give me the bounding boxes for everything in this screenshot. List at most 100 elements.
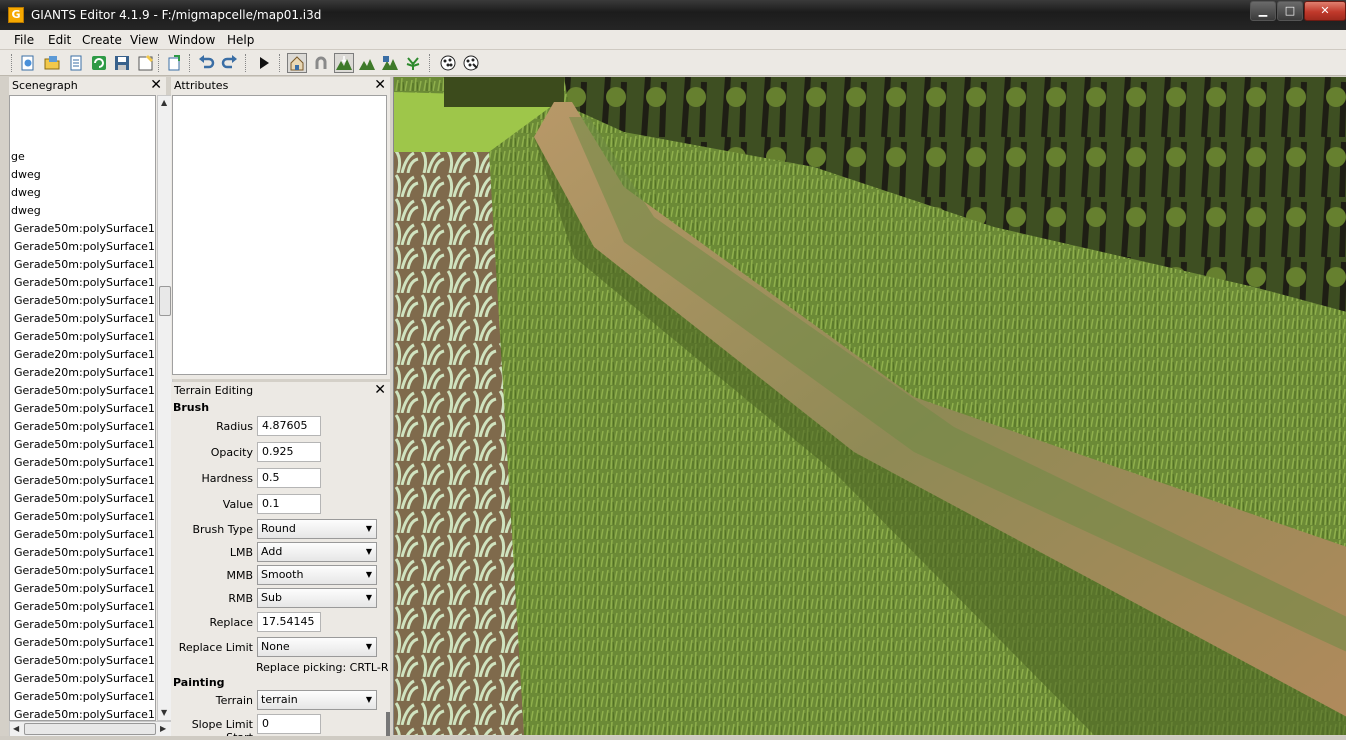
scenegraph-item[interactable]: dweg bbox=[11, 168, 41, 186]
replace-limit-value: None bbox=[261, 640, 290, 653]
chevron-down-icon: ▼ bbox=[365, 570, 372, 579]
scenegraph-item[interactable]: Gerade50m:polySurface1 bbox=[14, 222, 155, 240]
slope-limit-start-input[interactable]: 0 bbox=[257, 714, 321, 734]
scroll-thumb[interactable] bbox=[24, 723, 156, 735]
scenegraph-item[interactable]: Gerade50m:polySurface1 bbox=[14, 618, 155, 636]
placement-remove-icon[interactable] bbox=[461, 53, 481, 73]
scenegraph-item[interactable]: Gerade50m:polySurface1 bbox=[14, 654, 155, 672]
terrain-panel-scrollbar[interactable] bbox=[386, 712, 390, 736]
scenegraph-item[interactable]: Gerade50m:polySurface1 bbox=[14, 600, 155, 618]
import-icon[interactable] bbox=[165, 53, 185, 73]
scenegraph-item[interactable]: Gerade50m:polySurface1 bbox=[14, 636, 155, 654]
menu-help[interactable]: Help bbox=[227, 33, 254, 47]
scenegraph-item[interactable]: Gerade50m:polySurface1 bbox=[14, 402, 155, 420]
3d-viewport[interactable] bbox=[393, 77, 1346, 735]
scenegraph-item[interactable]: Gerade50m:polySurface1 bbox=[14, 294, 155, 312]
terrain-select[interactable]: terrain ▼ bbox=[257, 690, 377, 710]
placement-icon[interactable] bbox=[438, 53, 458, 73]
scenegraph-item[interactable]: Gerade50m:polySurface1 bbox=[14, 564, 155, 582]
attributes-panel: Attributes ✕ bbox=[171, 77, 390, 379]
menu-view[interactable]: View bbox=[130, 33, 158, 47]
save-as-icon[interactable] bbox=[136, 53, 156, 73]
refresh-icon[interactable] bbox=[89, 53, 109, 73]
brush-type-select[interactable]: Round ▼ bbox=[257, 519, 377, 539]
scenegraph-item[interactable]: Gerade20m:polySurface1 bbox=[14, 366, 155, 384]
chevron-down-icon: ▼ bbox=[365, 642, 372, 651]
replace-input[interactable]: 17.54145 bbox=[257, 612, 321, 632]
scenegraph-item[interactable]: Gerade50m:polySurface1 bbox=[14, 672, 155, 690]
scenegraph-item[interactable]: dweg bbox=[11, 186, 41, 204]
scenegraph-item[interactable]: Gerade50m:polySurface1 bbox=[14, 258, 155, 276]
scroll-right-arrow-icon[interactable]: ▶ bbox=[160, 724, 166, 733]
replace-picking-hint: Replace picking: CRTL-R bbox=[256, 661, 389, 674]
chevron-down-icon: ▼ bbox=[365, 547, 372, 556]
scenegraph-item[interactable]: Gerade50m:polySurface1 bbox=[14, 528, 155, 546]
menu-window[interactable]: Window bbox=[168, 33, 215, 47]
scenegraph-item[interactable]: Gerade50m:polySurface1 bbox=[14, 690, 155, 708]
mmb-value: Smooth bbox=[261, 568, 304, 581]
save-icon[interactable] bbox=[112, 53, 132, 73]
chevron-down-icon: ▼ bbox=[365, 695, 372, 704]
lmb-select[interactable]: Add ▼ bbox=[257, 542, 377, 562]
scenegraph-item[interactable]: Gerade50m:polySurface1 bbox=[14, 420, 155, 438]
document-icon[interactable] bbox=[66, 53, 86, 73]
radius-label: Radius bbox=[216, 420, 253, 433]
scenegraph-item[interactable]: Gerade50m:polySurface1 bbox=[14, 276, 155, 294]
hardness-input[interactable]: 0.5 bbox=[257, 468, 321, 488]
scenegraph-item[interactable]: Gerade50m:polySurface1 bbox=[14, 456, 155, 474]
scenegraph-item[interactable]: Gerade50m:polySurface1 bbox=[14, 384, 155, 402]
scenegraph-tree[interactable]: ge dweg dweg dweg Gerade50m:polySurface1 Gera… bbox=[9, 95, 156, 721]
radius-input[interactable]: 4.87605 bbox=[257, 416, 321, 436]
scenegraph-item[interactable]: Gerade50m:polySurface1 bbox=[14, 474, 155, 492]
scroll-up-arrow-icon[interactable]: ▲ bbox=[161, 98, 167, 107]
scenegraph-horizontal-scrollbar[interactable]: ◀ ▶ bbox=[9, 721, 173, 737]
toolbar bbox=[0, 50, 1346, 76]
redo-icon[interactable] bbox=[220, 53, 240, 73]
magnet-icon[interactable] bbox=[311, 53, 331, 73]
scroll-thumb[interactable] bbox=[159, 286, 171, 316]
scroll-left-arrow-icon[interactable]: ◀ bbox=[13, 724, 19, 733]
scenegraph-item[interactable]: Gerade50m:polySurface1 bbox=[14, 582, 155, 600]
minimize-button[interactable]: ▁ bbox=[1250, 1, 1276, 21]
scenegraph-item[interactable]: dweg bbox=[11, 204, 41, 222]
scenegraph-item[interactable]: Gerade50m:polySurface1 bbox=[14, 708, 155, 720]
app-logo-icon: G bbox=[8, 7, 24, 23]
opacity-label: Opacity bbox=[210, 446, 253, 459]
foliage-paint-icon[interactable] bbox=[403, 53, 423, 73]
opacity-input[interactable]: 0.925 bbox=[257, 442, 321, 462]
scenegraph-item[interactable]: Gerade50m:polySurface1 bbox=[14, 546, 155, 564]
menu-create[interactable]: Create bbox=[82, 33, 122, 47]
scenegraph-close-button[interactable]: ✕ bbox=[150, 77, 162, 93]
rmb-select[interactable]: Sub ▼ bbox=[257, 588, 377, 608]
foliage-icon[interactable] bbox=[380, 53, 400, 73]
scenegraph-item[interactable]: Gerade50m:polySurface1 bbox=[14, 492, 155, 510]
scenegraph-item[interactable]: Gerade50m:polySurface1 bbox=[14, 240, 155, 258]
open-icon[interactable] bbox=[42, 53, 62, 73]
terrain-editing-close-button[interactable]: ✕ bbox=[374, 382, 386, 398]
close-window-button[interactable]: ✕ bbox=[1304, 1, 1346, 21]
lmb-label: LMB bbox=[229, 546, 253, 559]
scenegraph-item[interactable]: Gerade50m:polySurface1 bbox=[14, 312, 155, 330]
scenegraph-item[interactable]: Gerade20m:polySurface1 bbox=[14, 348, 155, 366]
scenegraph-item[interactable]: Gerade50m:polySurface1 bbox=[14, 438, 155, 456]
terrain-paint-icon[interactable] bbox=[357, 53, 377, 73]
mmb-select[interactable]: Smooth ▼ bbox=[257, 565, 377, 585]
new-icon[interactable] bbox=[18, 53, 38, 73]
menu-file[interactable]: File bbox=[14, 33, 34, 47]
scenegraph-item[interactable]: Gerade50m:polySurface1 bbox=[14, 330, 155, 348]
lmb-value: Add bbox=[261, 545, 283, 558]
scroll-down-arrow-icon[interactable]: ▼ bbox=[161, 708, 167, 717]
attributes-close-button[interactable]: ✕ bbox=[374, 77, 386, 93]
scenegraph-item[interactable]: Gerade50m:polySurface1 bbox=[14, 510, 155, 528]
play-icon[interactable] bbox=[254, 53, 274, 73]
scenegraph-item[interactable]: ge bbox=[11, 150, 25, 168]
terrain-sculpt-icon[interactable] bbox=[334, 53, 354, 73]
attributes-title: Attributes bbox=[174, 79, 229, 92]
maximize-button[interactable]: □ bbox=[1277, 1, 1303, 21]
window-title: GIANTS Editor 4.1.9 - F:/migmapcelle/map… bbox=[31, 8, 322, 22]
replace-limit-select[interactable]: None ▼ bbox=[257, 637, 377, 657]
select-tool-icon[interactable] bbox=[287, 53, 307, 73]
undo-icon[interactable] bbox=[196, 53, 216, 73]
value-input[interactable]: 0.1 bbox=[257, 494, 321, 514]
menu-edit[interactable]: Edit bbox=[48, 33, 71, 47]
